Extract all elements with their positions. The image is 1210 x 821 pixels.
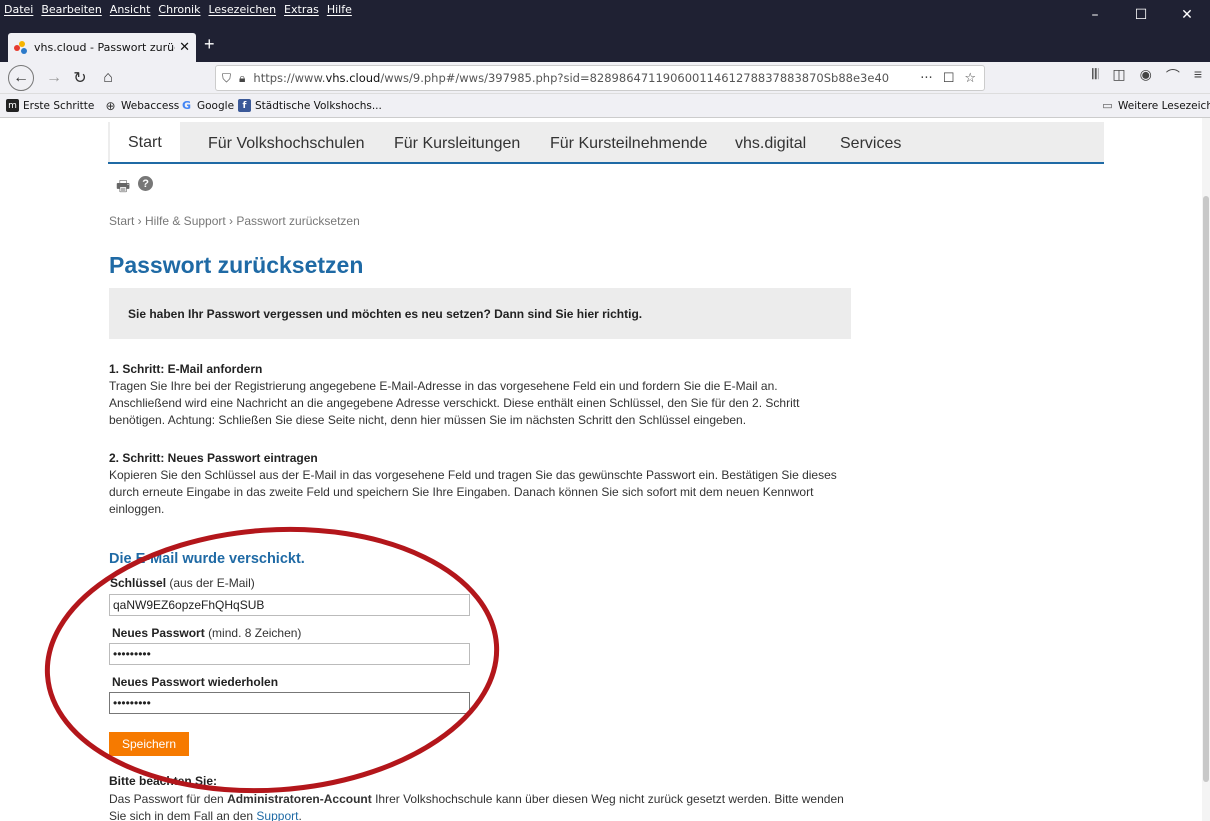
lock-icon[interactable]: 🔒︎ (239, 71, 245, 86)
facebook-icon: f (238, 99, 251, 112)
save-button[interactable]: Speichern (109, 732, 189, 756)
menu-extras[interactable]: Extras (284, 3, 319, 16)
password-label: Neues Passwort (mind. 8 Zeichen) (112, 626, 302, 640)
menu-ansicht[interactable]: Ansicht (110, 3, 151, 16)
pocket-icon[interactable]: ☐ (943, 71, 955, 86)
bookmark-weitere[interactable]: ▭ Weitere Lesezeichen (1101, 99, 1210, 112)
menu-lesezeichen[interactable]: Lesezeichen (208, 3, 276, 16)
site-navigation: Start Für Volkshochschulen Für Kursleitu… (108, 122, 1104, 164)
tracking-shield-icon[interactable]: ⛉ (222, 71, 231, 86)
bookmarks-bar: m Erste Schritte ⊕ Webaccess G Google f … (0, 94, 1210, 118)
info-box: Sie haben Ihr Passwort vergessen und möc… (109, 288, 851, 339)
navigation-bar: ← → ↻ ⌂ ⛉ 🔒︎ https://www.vhs.cloud/wws/9… (0, 62, 1210, 94)
step-2-heading: 2. Schritt: Neues Passwort eintragen (109, 451, 318, 465)
step-2-text: Kopieren Sie den Schlüssel aus der E-Mai… (109, 468, 837, 516)
print-icon[interactable]: 🖶︎ (116, 176, 130, 201)
home-icon[interactable]: ⌂ (96, 66, 120, 90)
globe-icon: ⊕ (105, 98, 116, 113)
nav-services[interactable]: Services (840, 135, 901, 153)
tab-title: vhs.cloud - Passwort zurücksetz (34, 41, 175, 54)
note-title: Bitte beachten Sie: (109, 774, 218, 788)
scrollbar-thumb[interactable] (1203, 196, 1209, 782)
back-arrow-icon[interactable]: ← (8, 65, 34, 91)
maximize-icon[interactable]: ☐ (1118, 0, 1164, 30)
hamburger-menu-icon[interactable]: ≡ (1194, 66, 1202, 86)
forward-arrow-icon[interactable]: → (42, 66, 66, 90)
sidebar-icon[interactable]: ◫ (1112, 66, 1125, 86)
step-2: 2. Schritt: Neues Passwort eintragen Kop… (109, 450, 839, 518)
browser-tab-active[interactable]: vhs.cloud - Passwort zurücksetz ✕ (8, 33, 196, 62)
window-controls: – ☐ ✕ (1072, 0, 1210, 30)
page-actions-icon[interactable]: ··· (920, 71, 932, 86)
menu-chronik[interactable]: Chronik (158, 3, 200, 16)
nav-volkshochschulen[interactable]: Für Volkshochschulen (208, 135, 365, 153)
step-1-text: Tragen Sie Ihre bei der Registrierung an… (109, 379, 800, 427)
bookmark-m-icon: m (6, 99, 19, 112)
folder-icon: ▭ (1102, 99, 1113, 112)
email-sent-title: Die E-Mail wurde verschickt. (109, 551, 305, 567)
note-text: Das Passwort für den Administratoren-Acc… (109, 792, 844, 821)
account-icon[interactable]: ◉ (1140, 66, 1152, 86)
window-menubar: Datei Bearbeiten Ansicht Chronik Lesezei… (0, 0, 1210, 30)
nav-kursleitungen[interactable]: Für Kursleitungen (394, 135, 520, 153)
menu-datei[interactable]: Datei (4, 3, 33, 16)
menu-items: Datei Bearbeiten Ansicht Chronik Lesezei… (4, 3, 352, 16)
step-1-heading: 1. Schritt: E-Mail anfordern (109, 362, 263, 376)
google-icon: G (181, 99, 192, 112)
url-text: https://www.vhs.cloud/wws/9.php#/wws/397… (253, 71, 890, 85)
nav-vhs-digital[interactable]: vhs.digital (735, 135, 806, 153)
step-1: 1. Schritt: E-Mail anfordern Tragen Sie … (109, 361, 839, 429)
help-icon[interactable]: ? (138, 176, 154, 191)
new-tab-icon[interactable]: + (204, 34, 215, 55)
menu-bearbeiten[interactable]: Bearbeiten (41, 3, 101, 16)
nav-start[interactable]: Start (110, 122, 180, 162)
url-bar[interactable]: ⛉ 🔒︎ https://www.vhs.cloud/wws/9.php#/ww… (215, 65, 985, 91)
password-repeat-label: Neues Passwort wiederholen (112, 675, 279, 689)
breadcrumb[interactable]: Start › Hilfe & Support › Passwort zurüc… (109, 214, 360, 228)
page-scrollbar[interactable] (1202, 118, 1210, 821)
vhs-favicon-icon (14, 40, 28, 55)
bookmark-staedtische-vhs[interactable]: f Städtische Volkshochs... (238, 99, 382, 112)
bookmark-star-icon[interactable]: ☆ (964, 71, 976, 86)
extension-icon[interactable]: ⌒ (1166, 66, 1180, 86)
password-input[interactable] (109, 643, 470, 665)
key-input[interactable] (109, 594, 470, 616)
toolbar-right: 𝄃𝄃 ◫ ◉ ⌒ ≡ (1092, 66, 1210, 86)
close-window-icon[interactable]: ✕ (1164, 0, 1210, 30)
nav-kursteilnehmende[interactable]: Für Kursteilnehmende (550, 135, 707, 153)
password-repeat-input[interactable] (109, 692, 470, 714)
info-text: Sie haben Ihr Passwort vergessen und möc… (128, 307, 643, 321)
library-icon[interactable]: 𝄃𝄃 (1092, 66, 1098, 86)
menu-hilfe[interactable]: Hilfe (327, 3, 352, 16)
minimize-icon[interactable]: – (1072, 0, 1118, 30)
page-tools: 🖶︎ ? (116, 176, 154, 201)
bookmark-erste-schritte[interactable]: m Erste Schritte (6, 99, 94, 112)
page-title: Passwort zurücksetzen (109, 252, 364, 278)
bookmark-google[interactable]: G Google (180, 99, 234, 112)
bookmark-webaccess[interactable]: ⊕ Webaccess (104, 98, 179, 113)
support-link[interactable]: Support (256, 809, 298, 821)
reload-icon[interactable]: ↻ (68, 66, 92, 90)
close-tab-icon[interactable]: ✕ (179, 40, 190, 55)
tab-strip: vhs.cloud - Passwort zurücksetz ✕ (0, 30, 1210, 62)
key-label: Schlüssel (aus der E-Mail) (110, 576, 255, 590)
